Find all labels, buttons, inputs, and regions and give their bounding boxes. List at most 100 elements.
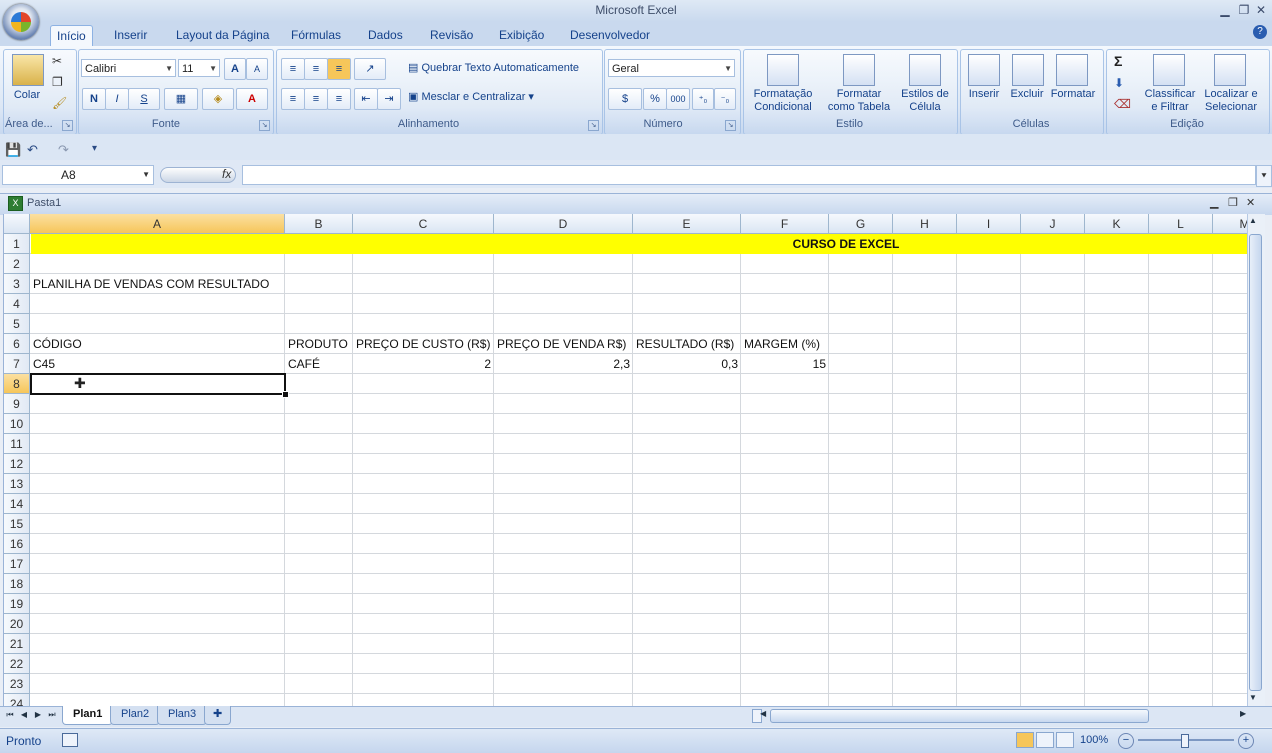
align-top-button[interactable]: ≡ <box>281 58 305 80</box>
row-header-20[interactable]: 20 <box>4 614 30 634</box>
cell-b7[interactable]: CAFÉ <box>288 354 320 374</box>
prev-sheet-icon[interactable]: ◀ <box>18 709 30 721</box>
zoom-slider-thumb[interactable] <box>1181 734 1189 748</box>
format-painter-icon[interactable]: 🖌 <box>52 96 67 110</box>
macro-record-icon[interactable] <box>62 733 78 747</box>
font-size-combo[interactable]: 11 ▼ <box>178 59 220 77</box>
column-header-b[interactable]: B <box>285 214 353 234</box>
last-sheet-icon[interactable]: ⏭ <box>46 709 58 721</box>
page-break-view-icon[interactable] <box>1056 732 1074 748</box>
number-format-combo[interactable]: Geral ▼ <box>608 59 735 77</box>
scroll-left-icon[interactable]: ◀ <box>760 709 766 718</box>
customize-qat-icon[interactable]: ▾ <box>92 143 97 154</box>
sort-filter-button[interactable]: Classificar e Filtrar <box>1140 88 1200 114</box>
font-launcher-icon[interactable]: ↘ <box>259 120 270 131</box>
spreadsheet-grid[interactable]: A B C D E F G H I J K L M CURSO DE EXCEL… <box>3 214 1248 708</box>
zoom-in-icon[interactable]: + <box>1238 733 1254 749</box>
italic-button[interactable]: I <box>105 88 129 110</box>
increase-decimal-button[interactable]: ⁺₀ <box>692 88 714 110</box>
select-all-button[interactable] <box>4 214 30 234</box>
fill-color-button[interactable]: ◈ <box>202 88 234 110</box>
title-cell[interactable]: CURSO DE EXCEL <box>31 234 1248 254</box>
row-header-9[interactable]: 9 <box>4 394 30 414</box>
redo-icon[interactable]: ↷ <box>58 142 69 158</box>
minimize-icon[interactable]: ▁ <box>1218 3 1232 17</box>
save-icon[interactable]: 💾 <box>5 142 21 158</box>
cell-a7[interactable]: C45 <box>33 354 55 374</box>
row-header-6[interactable]: 6 <box>4 334 30 354</box>
row-header-4[interactable]: 4 <box>4 294 30 314</box>
tab-revisao[interactable]: Revisão <box>424 25 479 46</box>
row-header-13[interactable]: 13 <box>4 474 30 494</box>
row-header-22[interactable]: 22 <box>4 654 30 674</box>
merge-center-button[interactable]: ▣ Mesclar e Centralizar ▾ <box>408 90 534 103</box>
format-table-icon[interactable] <box>843 54 875 86</box>
row-header-17[interactable]: 17 <box>4 554 30 574</box>
wrap-text-button[interactable]: ▤ Quebrar Texto Automaticamente <box>408 61 579 74</box>
undo-icon[interactable]: ↶ <box>27 142 38 158</box>
row-header-10[interactable]: 10 <box>4 414 30 434</box>
alignment-launcher-icon[interactable]: ↘ <box>588 120 599 131</box>
delete-cells-icon[interactable] <box>1012 54 1044 86</box>
scroll-right-icon[interactable]: ▶ <box>1240 709 1246 718</box>
column-header-f[interactable]: F <box>741 214 829 234</box>
format-cells-button[interactable]: Formatar <box>1048 88 1098 101</box>
zoom-level[interactable]: 100% <box>1080 734 1108 746</box>
column-header-i[interactable]: I <box>957 214 1021 234</box>
grow-font-button[interactable]: A <box>224 58 246 80</box>
scroll-down-icon[interactable]: ▼ <box>1249 693 1257 702</box>
number-launcher-icon[interactable]: ↘ <box>725 120 736 131</box>
row-header-16[interactable]: 16 <box>4 534 30 554</box>
column-header-d[interactable]: D <box>494 214 633 234</box>
cell-f7[interactable]: 15 <box>741 354 826 374</box>
name-box[interactable]: A8 ▼ <box>2 165 154 185</box>
accounting-button[interactable]: $ <box>608 88 642 110</box>
row-header-23[interactable]: 23 <box>4 674 30 694</box>
autosum-button[interactable]: Σ <box>1114 53 1122 69</box>
horizontal-scroll-thumb[interactable] <box>770 709 1149 723</box>
column-header-a[interactable]: A <box>30 214 285 234</box>
font-color-button[interactable]: A <box>236 88 268 110</box>
insert-cells-button[interactable]: Inserir <box>962 88 1006 101</box>
next-sheet-icon[interactable]: ▶ <box>32 709 44 721</box>
find-select-button[interactable]: Localizar e Selecionar <box>1200 88 1262 114</box>
help-icon[interactable]: ? <box>1253 25 1267 39</box>
paste-icon[interactable] <box>12 54 44 86</box>
align-center-button[interactable]: ≡ <box>304 88 328 110</box>
close-icon[interactable]: ✕ <box>1254 3 1268 17</box>
row-header-8[interactable]: 8 <box>4 374 30 394</box>
align-bottom-button[interactable]: ≡ <box>327 58 351 80</box>
row-header-12[interactable]: 12 <box>4 454 30 474</box>
align-middle-button[interactable]: ≡ <box>304 58 328 80</box>
wb-close-icon[interactable]: ✕ <box>1246 196 1255 209</box>
wb-minimize-icon[interactable]: ▁ <box>1210 196 1218 209</box>
column-header-c[interactable]: C <box>353 214 494 234</box>
tab-dados[interactable]: Dados <box>362 25 409 46</box>
orientation-button[interactable]: ↗ <box>354 58 386 80</box>
fill-down-icon[interactable]: ⬇ <box>1114 76 1124 90</box>
paste-label[interactable]: Colar <box>8 89 46 102</box>
tab-inserir[interactable]: Inserir <box>108 25 153 46</box>
conditional-format-icon[interactable] <box>767 54 799 86</box>
header-codigo[interactable]: CÓDIGO <box>33 334 82 354</box>
cell-styles-button[interactable]: Estilos de Célula <box>896 88 954 114</box>
copy-icon[interactable]: ❐ <box>52 75 63 89</box>
page-layout-view-icon[interactable] <box>1036 732 1054 748</box>
insert-cells-icon[interactable] <box>968 54 1000 86</box>
column-header-h[interactable]: H <box>893 214 957 234</box>
fill-handle[interactable] <box>282 391 289 398</box>
first-sheet-icon[interactable]: ⏮ <box>4 709 16 721</box>
row-header-2[interactable]: 2 <box>4 254 30 274</box>
cut-icon[interactable]: ✂ <box>52 54 62 68</box>
row-header-11[interactable]: 11 <box>4 434 30 454</box>
row-header-7[interactable]: 7 <box>4 354 30 374</box>
decrease-decimal-button[interactable]: ⁻₀ <box>714 88 736 110</box>
tab-exibicao[interactable]: Exibição <box>493 25 550 46</box>
row-header-19[interactable]: 19 <box>4 594 30 614</box>
header-preco-custo[interactable]: PREÇO DE CUSTO (R$) <box>356 334 490 354</box>
tab-layout[interactable]: Layout da Página <box>170 25 275 46</box>
tab-desenvolvedor[interactable]: Desenvolvedor <box>564 25 656 46</box>
row-header-3[interactable]: 3 <box>4 274 30 294</box>
normal-view-icon[interactable] <box>1016 732 1034 748</box>
row-header-15[interactable]: 15 <box>4 514 30 534</box>
